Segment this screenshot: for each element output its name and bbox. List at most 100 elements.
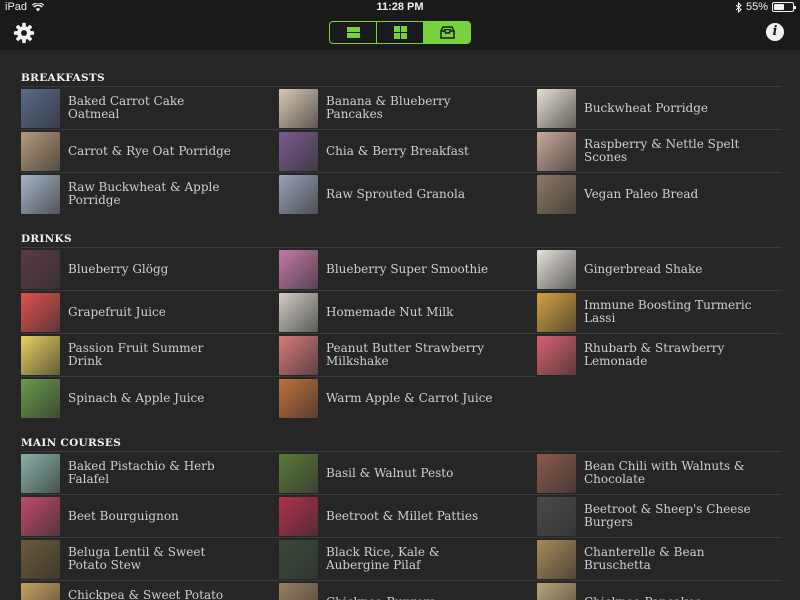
recipe-thumbnail <box>279 131 318 171</box>
recipe-name: Basil & Walnut Pesto <box>326 465 454 480</box>
recipe-thumbnail <box>21 539 60 579</box>
recipe-name: Chickpea & Sweet Potato Curry <box>68 588 224 600</box>
recipe-item[interactable]: Gingerbread Shake <box>537 247 782 290</box>
recipe-item[interactable]: Immune Boosting Turmeric Lassi <box>537 290 782 333</box>
recipe-name: Chia & Berry Breakfast <box>326 143 469 158</box>
list-view-button[interactable] <box>330 22 377 43</box>
recipe-thumbnail <box>537 582 576 600</box>
recipe-thumbnail <box>279 88 318 128</box>
recipe-item[interactable]: Chickpea Pancakes <box>537 580 782 600</box>
recipe-item[interactable]: Raspberry & Nettle Spelt Scones <box>537 129 782 172</box>
recipe-thumbnail <box>21 131 60 171</box>
recipe-item[interactable]: Chickpea Burgers <box>279 580 537 600</box>
recipe-name: Raw Sprouted Granola <box>326 186 465 201</box>
tray-view-icon <box>439 26 455 39</box>
recipe-item[interactable]: Blueberry Super Smoothie <box>279 247 537 290</box>
recipe-thumbnail <box>537 292 576 332</box>
recipe-item[interactable]: Chia & Berry Breakfast <box>279 129 537 172</box>
section-title: DRINKS <box>21 233 72 245</box>
recipe-name: Chickpea Pancakes <box>584 595 754 600</box>
battery-fill <box>774 4 784 10</box>
recipe-name: Carrot & Rye Oat Porridge <box>68 143 231 158</box>
recipe-thumbnail <box>279 582 318 600</box>
recipe-name: Bean Chili with Walnuts & Chocolate <box>584 459 745 486</box>
recipe-name: Buckwheat Porridge <box>584 100 709 115</box>
recipe-item[interactable]: Peanut Butter Strawberry Milkshake <box>279 333 537 376</box>
recipe-item[interactable]: Beetroot & Sheep's Cheese Burgers <box>537 494 782 537</box>
recipe-name: Warm Apple & Carrot Juice <box>326 390 493 405</box>
recipe-item[interactable]: Baked Carrot Cake Oatmeal <box>21 86 279 129</box>
recipe-name: Black Rice, Kale & Aubergine Pilaf <box>326 545 440 572</box>
recipe-thumbnail <box>279 453 318 493</box>
recipe-thumbnail <box>279 249 318 289</box>
recipe-name: Baked Pistachio & Herb Falafel <box>68 459 215 486</box>
recipe-name: Baked Carrot Cake Oatmeal <box>68 94 185 121</box>
status-right: 55% <box>735 1 796 13</box>
recipe-name: Blueberry Super Smoothie <box>326 261 489 276</box>
battery-icon <box>772 2 796 12</box>
recipe-name: Beluga Lentil & Sweet Potato Stew <box>68 545 206 572</box>
recipe-item[interactable]: Rhubarb & Strawberry Lemonade <box>537 333 782 376</box>
recipe-thumbnail <box>21 582 60 600</box>
recipe-thumbnail <box>21 292 60 332</box>
bluetooth-icon <box>735 1 742 13</box>
nav-bar: i <box>0 16 800 50</box>
recipe-thumbnail <box>537 335 576 375</box>
recipe-thumbnail <box>279 496 318 536</box>
section-grid: Blueberry Glögg Blueberry Super Smoothie G… <box>21 247 800 419</box>
recipe-item[interactable]: Carrot & Rye Oat Porridge <box>21 129 279 172</box>
tray-view-button[interactable] <box>424 22 470 43</box>
recipe-item[interactable]: Chanterelle & Bean Bruschetta <box>537 537 782 580</box>
recipe-name: Rhubarb & Strawberry Lemonade <box>584 341 725 368</box>
recipe-item[interactable]: Grapefruit Juice <box>21 290 279 333</box>
recipe-item[interactable]: Warm Apple & Carrot Juice <box>279 376 537 419</box>
recipe-thumbnail <box>21 174 60 214</box>
recipe-item[interactable]: Banana & Blueberry Pancakes <box>279 86 537 129</box>
recipe-item[interactable]: Spinach & Apple Juice <box>21 376 279 419</box>
recipe-item[interactable]: Homemade Nut Milk <box>279 290 537 333</box>
recipe-thumbnail <box>537 539 576 579</box>
recipe-item[interactable]: Vegan Paleo Bread <box>537 172 782 215</box>
grid-view-button[interactable] <box>377 22 424 43</box>
recipe-name: Beet Bourguignon <box>68 508 179 523</box>
recipe-thumbnail <box>21 453 60 493</box>
recipe-item[interactable]: Baked Pistachio & Herb Falafel <box>21 451 279 494</box>
recipe-thumbnail <box>21 249 60 289</box>
recipe-list: BREAKFASTS Baked Carrot Cake Oatmeal Banan… <box>0 50 800 600</box>
recipe-name: Chanterelle & Bean Bruschetta <box>584 545 705 572</box>
recipe-item[interactable]: Basil & Walnut Pesto <box>279 451 537 494</box>
recipe-item[interactable]: Chickpea & Sweet Potato Curry <box>21 580 279 600</box>
recipe-thumbnail <box>537 131 576 171</box>
recipe-thumbnail <box>279 335 318 375</box>
recipe-name: Blueberry Glögg <box>68 261 169 276</box>
gear-icon[interactable] <box>13 22 35 44</box>
recipe-item[interactable]: Raw Buckwheat & Apple Porridge <box>21 172 279 215</box>
recipe-name: Beetroot & Sheep's Cheese Burgers <box>584 502 751 529</box>
recipe-thumbnail <box>279 174 318 214</box>
recipe-thumbnail <box>21 335 60 375</box>
recipe-item[interactable]: Passion Fruit Summer Drink <box>21 333 279 376</box>
recipe-name: Passion Fruit Summer Drink <box>68 341 204 368</box>
battery-percent: 55% <box>745 1 768 13</box>
recipe-item[interactable]: Raw Sprouted Granola <box>279 172 537 215</box>
recipe-name: Banana & Blueberry Pancakes <box>326 94 451 121</box>
recipe-item[interactable]: Beetroot & Millet Patties <box>279 494 537 537</box>
info-icon[interactable]: i <box>766 23 784 41</box>
recipe-item[interactable]: Beet Bourguignon <box>21 494 279 537</box>
recipe-name: Beetroot & Millet Patties <box>326 508 479 523</box>
recipe-name: Grapefruit Juice <box>68 304 166 319</box>
recipe-thumbnail <box>537 249 576 289</box>
recipe-item[interactable]: Buckwheat Porridge <box>537 86 782 129</box>
recipe-name: Raspberry & Nettle Spelt Scones <box>584 137 740 164</box>
recipe-thumbnail <box>21 496 60 536</box>
recipe-item[interactable]: Blueberry Glögg <box>21 247 279 290</box>
recipe-item[interactable]: Bean Chili with Walnuts & Chocolate <box>537 451 782 494</box>
recipe-item[interactable]: Black Rice, Kale & Aubergine Pilaf <box>279 537 537 580</box>
recipe-thumbnail <box>279 292 318 332</box>
recipe-name: Homemade Nut Milk <box>326 304 454 319</box>
recipe-name: Vegan Paleo Bread <box>584 186 699 201</box>
recipe-item[interactable]: Beluga Lentil & Sweet Potato Stew <box>21 537 279 580</box>
view-mode-switch <box>329 21 471 44</box>
recipe-name: Spinach & Apple Juice <box>68 390 205 405</box>
recipe-thumbnail <box>537 174 576 214</box>
